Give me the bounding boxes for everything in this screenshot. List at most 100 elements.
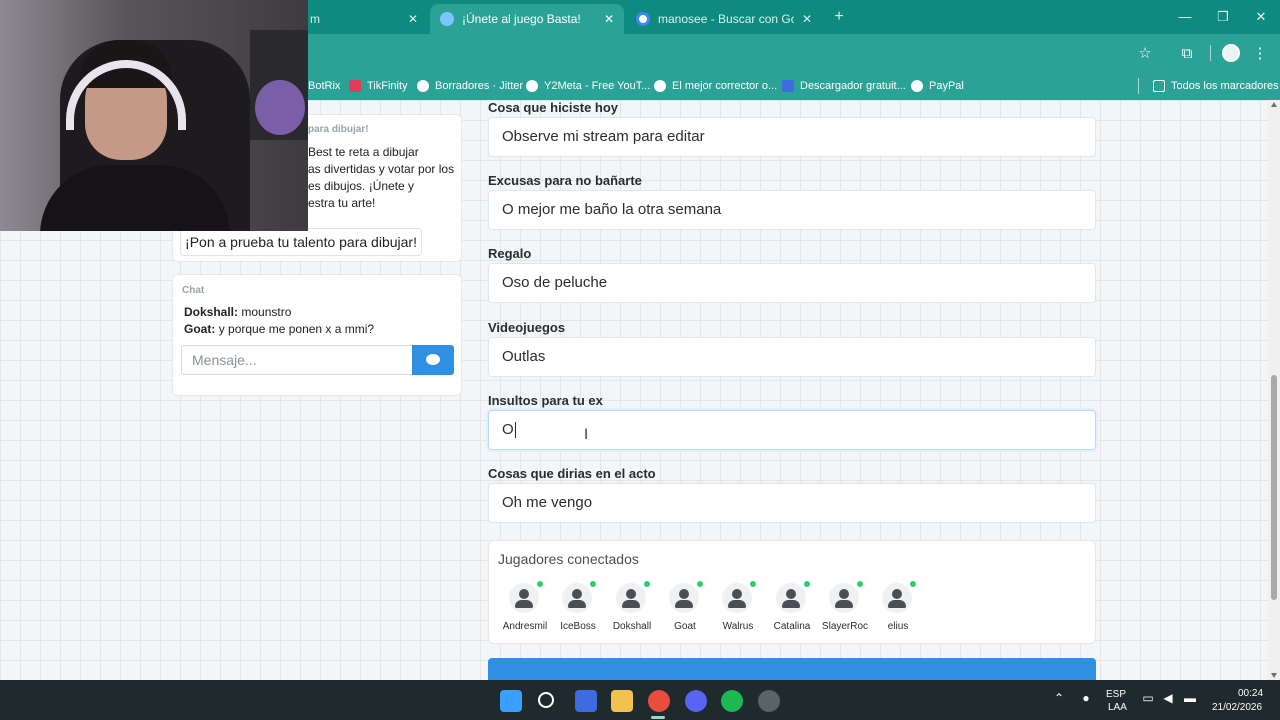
windows-start-icon[interactable]: [500, 690, 522, 712]
tab-1[interactable]: m ✕: [300, 4, 428, 34]
chat-send-button[interactable]: [412, 345, 454, 375]
player-avatar: Dokshall: [607, 581, 657, 641]
bookmark-descargador[interactable]: Descargador gratuit...: [782, 77, 906, 95]
restore-icon[interactable]: ❐: [1204, 0, 1242, 34]
bookmark-y2meta[interactable]: Y2Meta - Free YouT...: [526, 77, 650, 95]
field-input[interactable]: Oh me vengo: [488, 483, 1096, 523]
close-tab-3-icon[interactable]: ✕: [802, 12, 812, 26]
app-icon[interactable]: [758, 690, 780, 712]
user-icon: [669, 583, 699, 613]
google-icon: [636, 12, 650, 26]
bookmark-label: TikFinity: [367, 80, 408, 92]
submit-button[interactable]: [488, 658, 1096, 680]
scroll-down-icon[interactable]: [1271, 673, 1277, 678]
extensions-icon[interactable]: ⧉: [1177, 44, 1197, 64]
player-avatar: Andresmil: [500, 581, 550, 641]
chat-message: Dokshall: mounstro: [184, 305, 291, 319]
player-avatar: Goat: [660, 581, 710, 641]
tab-3[interactable]: manosee - Buscar con Google ✕: [626, 4, 822, 34]
store-icon[interactable]: [575, 690, 597, 712]
tab-2-title: ¡Únete al juego Basta!: [462, 12, 581, 26]
info-heading: para dibujar!: [308, 124, 369, 135]
clock-date[interactable]: 21/02/2026: [1212, 702, 1262, 713]
chat-message-input[interactable]: Mensaje...: [181, 345, 413, 375]
bookmark-tikfinity[interactable]: TikFinity: [349, 77, 408, 95]
chat-bubble-icon: [426, 354, 440, 365]
search-icon[interactable]: [538, 692, 554, 708]
star-icon[interactable]: ☆: [1135, 44, 1155, 64]
chevron-up-icon[interactable]: ⌃: [1051, 691, 1067, 705]
tab-1-title: m: [310, 12, 320, 26]
bookmark-jitter[interactable]: Borradores · Jitter: [417, 77, 523, 95]
all-bookmarks-button[interactable]: Todos los marcadores: [1153, 77, 1279, 95]
bookmark-label: BotRix: [308, 80, 341, 92]
folder-icon: [1153, 80, 1165, 92]
chat-card: Chat Dokshall: mounstro Goat: y porque m…: [172, 274, 462, 396]
language-indicator[interactable]: ESP: [1106, 689, 1126, 700]
challenge-button[interactable]: ¡Pon a prueba tu talento para dibujar!: [180, 228, 422, 256]
field-label: Cosas que dirias en el acto: [488, 466, 656, 481]
player-name: elius: [887, 621, 909, 632]
bookmark-label: El mejor corrector o...: [672, 80, 778, 92]
tab-2[interactable]: ¡Únete al juego Basta! ✕: [430, 4, 624, 34]
field-input[interactable]: Observe mi stream para editar: [488, 117, 1096, 157]
clock-time[interactable]: 00:24: [1238, 688, 1263, 699]
tab-3-title: manosee - Buscar con Google: [658, 12, 794, 26]
field-input[interactable]: O mejor me baño la otra semana: [488, 190, 1096, 230]
volume-icon[interactable]: ◀: [1160, 691, 1176, 705]
scroll-up-icon[interactable]: [1271, 102, 1277, 107]
user-icon: [616, 583, 646, 613]
globe-icon: [911, 80, 923, 92]
online-dot: [857, 581, 863, 587]
field-input[interactable]: Outlas: [488, 337, 1096, 377]
page-scrollbar[interactable]: [1268, 100, 1280, 680]
bookmark-label: Descargador gratuit...: [800, 80, 906, 92]
minimize-icon[interactable]: —: [1166, 0, 1204, 34]
plush-toy: [255, 80, 305, 135]
players-card: Jugadores conectados Andresmil IceBoss D…: [488, 540, 1096, 644]
players-title: Jugadores conectados: [498, 551, 639, 567]
user-icon: [722, 583, 752, 613]
user-icon: [829, 583, 859, 613]
online-dot: [697, 581, 703, 587]
bookmark-label: Borradores · Jitter: [435, 80, 524, 92]
network-icon[interactable]: ▭: [1140, 691, 1156, 705]
microphone-icon[interactable]: ●: [1078, 691, 1094, 705]
field-label: Insultos para tu ex: [488, 393, 603, 408]
chrome-icon[interactable]: [648, 690, 670, 712]
chat-label: Chat: [182, 285, 205, 296]
field-label: Cosa que hiciste hoy: [488, 100, 619, 115]
field-label: Excusas para no bañarte: [488, 173, 642, 188]
menu-icon[interactable]: ⋮: [1250, 44, 1270, 64]
close-tab-2-icon[interactable]: ✕: [604, 12, 614, 26]
chat-text: mounstro: [241, 305, 292, 319]
scroll-thumb[interactable]: [1271, 375, 1277, 600]
discord-icon[interactable]: [685, 690, 707, 712]
player-avatar: SlayerRoc: [820, 581, 870, 641]
folder-icon[interactable]: [611, 690, 633, 712]
field-value: O: [502, 421, 514, 438]
globe-icon: [526, 80, 538, 92]
close-window-icon[interactable]: ✕: [1242, 0, 1280, 34]
bookmarks-divider: [1138, 78, 1139, 94]
user-icon: [509, 583, 539, 613]
user-icon: [882, 583, 912, 613]
close-tab-1-icon[interactable]: ✕: [408, 12, 418, 26]
battery-icon[interactable]: ▬: [1182, 691, 1198, 705]
spotify-icon[interactable]: [721, 690, 743, 712]
bookmark-botrix[interactable]: BotRix: [308, 77, 340, 95]
chat-text: y porque me ponen x a mmi?: [218, 322, 375, 336]
field-input-focused[interactable]: O: [488, 410, 1096, 450]
globe-icon: [440, 12, 454, 26]
text-cursor-icon: I: [584, 427, 589, 443]
new-tab-button[interactable]: +: [828, 8, 850, 28]
bookmark-label: PayPal: [929, 80, 964, 92]
profile-icon[interactable]: [1222, 44, 1240, 62]
field-input[interactable]: Oso de peluche: [488, 263, 1096, 303]
bookmark-paypal[interactable]: PayPal: [911, 77, 964, 95]
bookmark-corrector[interactable]: El mejor corrector o...: [654, 77, 777, 95]
user-star-icon: [562, 583, 592, 613]
player-avatar: IceBoss: [553, 581, 603, 641]
field-label: Videojuegos: [488, 320, 566, 335]
player-avatar: Walrus: [713, 581, 763, 641]
